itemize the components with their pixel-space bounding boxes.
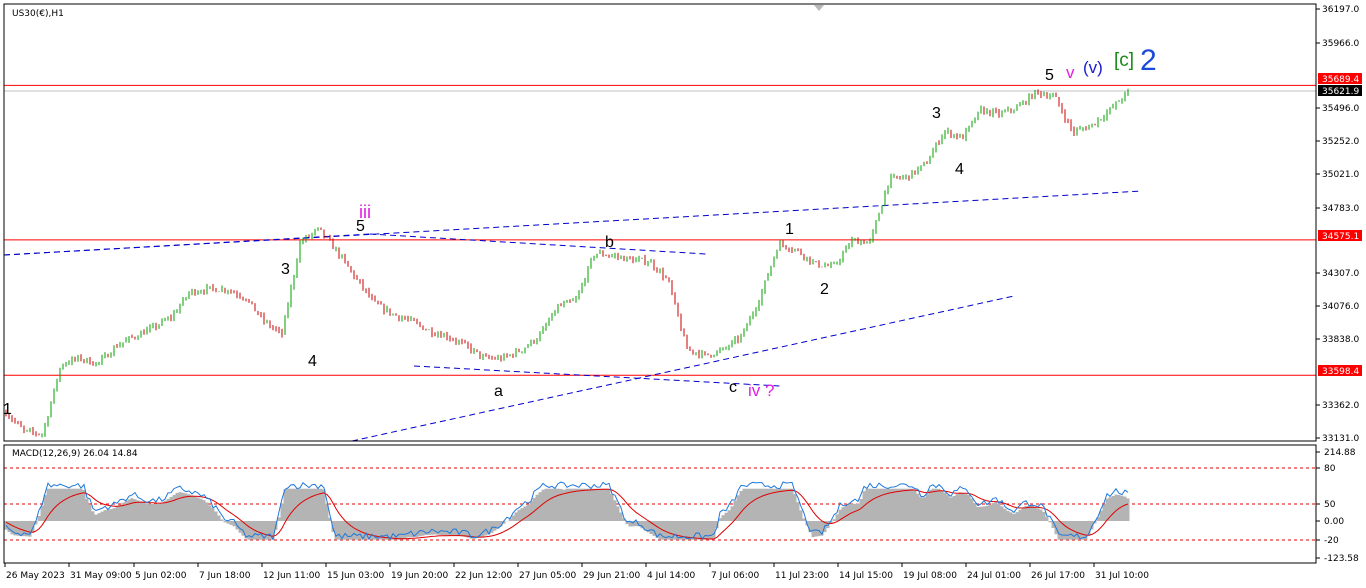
trend-line[interactable] bbox=[369, 233, 707, 255]
wave-label: 2 bbox=[1140, 44, 1157, 77]
macd-tick-label: -123.58 bbox=[1324, 554, 1359, 564]
wave-labels: 1345iiiabc iv ?12345 v (v) [c] 2 bbox=[3, 44, 1157, 418]
wave-label: 3 bbox=[932, 105, 941, 122]
price-tick-label: 35496.0 bbox=[1322, 104, 1359, 114]
time-label: 19 Jun 20:00 bbox=[391, 571, 448, 581]
time-label: 22 Jun 12:00 bbox=[455, 571, 512, 581]
time-label: 26 May 2023 bbox=[6, 571, 65, 581]
wave-label: (v) bbox=[1083, 58, 1103, 77]
time-label: 7 Jul 06:00 bbox=[711, 571, 760, 581]
trend-line[interactable] bbox=[3, 190, 1143, 256]
price-tick-label: 35621.9 bbox=[1322, 87, 1359, 97]
time-label: 11 Jul 23:00 bbox=[775, 571, 829, 581]
wave-label: b bbox=[605, 234, 614, 251]
time-label: 7 Jun 18:00 bbox=[199, 571, 251, 581]
macd-tick-label: 214.88 bbox=[1324, 448, 1356, 458]
time-label: 14 Jul 15:00 bbox=[839, 571, 893, 581]
time-label: 27 Jun 05:00 bbox=[519, 571, 576, 581]
trend-line[interactable] bbox=[413, 365, 781, 387]
time-label: 26 Jul 17:00 bbox=[1031, 571, 1085, 581]
time-label: 24 Jul 01:00 bbox=[967, 571, 1021, 581]
trend-line[interactable] bbox=[351, 295, 1015, 442]
price-tick-label: 33362.0 bbox=[1322, 401, 1359, 411]
price-tick-label: 33131.0 bbox=[1322, 434, 1359, 444]
price-tick-label: 35689.4 bbox=[1322, 75, 1359, 85]
macd-panel[interactable] bbox=[4, 467, 1316, 541]
time-label: 31 Jul 10:00 bbox=[1095, 571, 1149, 581]
wave-label: 3 bbox=[281, 261, 290, 278]
macd-tick-label: -20 bbox=[1324, 536, 1339, 546]
time-label: 19 Jul 08:00 bbox=[903, 571, 957, 581]
time-label: 15 Jun 03:00 bbox=[327, 571, 384, 581]
scroll-marker-icon[interactable] bbox=[814, 5, 824, 11]
price-tick-label: 33838.0 bbox=[1322, 335, 1359, 345]
price-tick-label: 35021.0 bbox=[1322, 170, 1359, 180]
wave-label: c bbox=[729, 379, 737, 396]
chart-canvas[interactable]: 36197.0 35966.0 35689.4 35621.9 35496.0 35252… bbox=[0, 0, 1366, 588]
wave-label: v bbox=[1066, 63, 1075, 82]
time-label: 5 Jun 02:00 bbox=[135, 571, 187, 581]
price-tick-label: 35252.0 bbox=[1322, 137, 1359, 147]
time-label: 12 Jun 11:00 bbox=[263, 571, 320, 581]
price-tick-label: 36197.0 bbox=[1322, 5, 1359, 15]
price-tick-label: 33598.4 bbox=[1322, 367, 1359, 377]
price-panel[interactable] bbox=[3, 84, 1316, 442]
wave-label: 2 bbox=[820, 281, 829, 298]
wave-label: a bbox=[494, 383, 503, 400]
wave-label: iv ? bbox=[748, 381, 774, 400]
price-tick-label: 34307.0 bbox=[1322, 269, 1359, 279]
macd-tick-label: 80 bbox=[1324, 464, 1336, 474]
wave-label: 4 bbox=[308, 353, 317, 370]
price-tick-label: 34575.1 bbox=[1322, 232, 1359, 242]
price-tick-label: 34783.0 bbox=[1322, 204, 1359, 214]
wave-label: 1 bbox=[3, 401, 12, 418]
wave-label: 4 bbox=[955, 161, 964, 178]
time-label: 4 Jul 14:00 bbox=[647, 571, 696, 581]
time-label: 31 May 09:00 bbox=[70, 571, 132, 581]
price-tick-label: 35966.0 bbox=[1322, 39, 1359, 49]
wave-label: iii bbox=[359, 202, 371, 222]
time-label: 29 Jun 21:00 bbox=[583, 571, 640, 581]
macd-tick-label: 0.00 bbox=[1324, 517, 1344, 527]
wave-label: 1 bbox=[785, 221, 794, 238]
macd-tick-label: 50 bbox=[1324, 500, 1336, 510]
wave-label: [c] bbox=[1114, 50, 1134, 71]
price-tick-label: 34076.0 bbox=[1322, 302, 1359, 312]
macd-label: MACD(12,26,9) 26.04 14.84 bbox=[12, 449, 138, 459]
wave-label: 5 bbox=[1045, 67, 1054, 84]
symbol-label: US30(€),H1 bbox=[12, 9, 64, 19]
